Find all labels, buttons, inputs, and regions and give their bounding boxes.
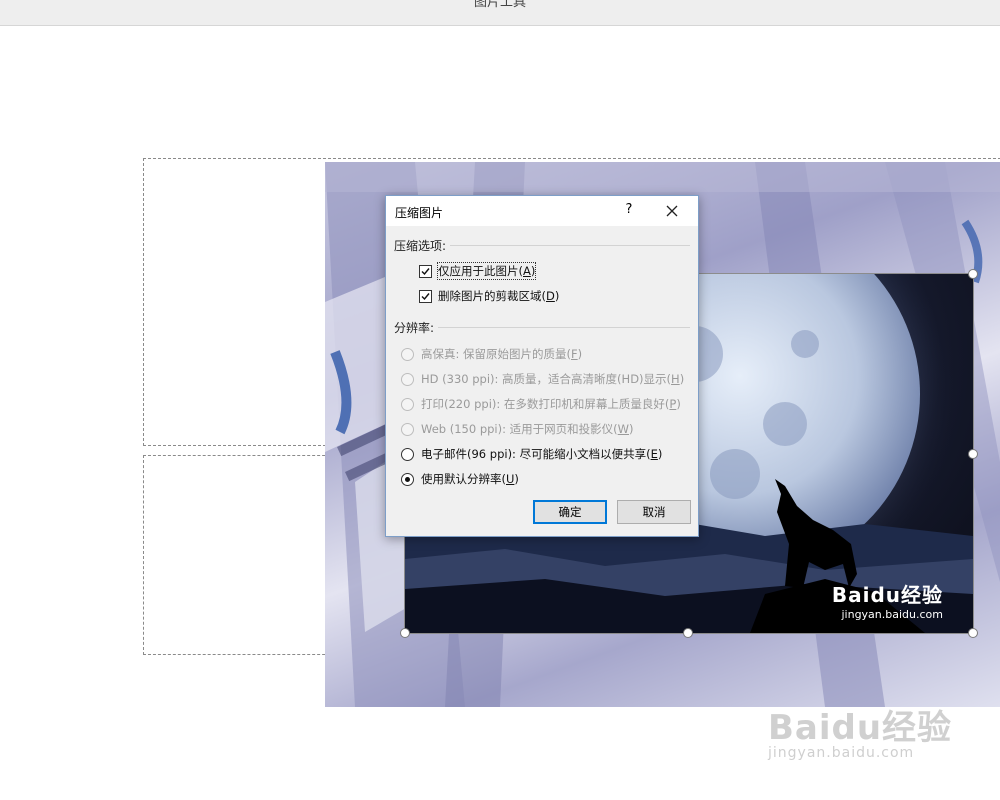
section-divider — [438, 327, 690, 328]
ok-button[interactable]: 确定 — [533, 500, 607, 524]
apply-only-checkbox[interactable] — [419, 265, 432, 278]
resize-handle-bottom-left[interactable] — [400, 628, 410, 638]
content-placeholder[interactable] — [143, 455, 345, 655]
radio-high-fidelity[interactable] — [401, 348, 414, 361]
radio-print[interactable] — [401, 398, 414, 411]
radio-web[interactable] — [401, 423, 414, 436]
ribbon-title-bar: 图片工具 — [0, 0, 1000, 26]
radio-email[interactable] — [401, 448, 414, 461]
close-icon[interactable] — [664, 203, 680, 219]
app-title: 图片工具 — [473, 0, 526, 10]
hd-label: HD (330 ppi): 高质量，适合高清晰度(HD)显示(H) — [421, 372, 685, 386]
inner-watermark-brand: Baidu经验 — [831, 583, 943, 607]
inner-watermark: Baidu经验 jingyan.baidu.com — [832, 579, 943, 621]
radio-default[interactable] — [401, 473, 414, 486]
default-resolution-label: 使用默认分辨率(U) — [421, 472, 519, 486]
web-label: Web (150 ppi): 适用于网页和投影仪(W) — [421, 422, 634, 436]
delete-cropped-label: 删除图片的剪裁区域(D) — [438, 289, 560, 303]
delete-cropped-checkbox[interactable] — [419, 290, 432, 303]
resize-handle-right[interactable] — [968, 449, 978, 459]
compress-options-section: 压缩选项: — [394, 237, 690, 254]
apply-only-label: 仅应用于此图片(A) — [436, 262, 537, 280]
radio-selected-dot — [405, 477, 410, 482]
cancel-button[interactable]: 取消 — [617, 500, 691, 524]
dialog-title-bar: 压缩图片 ? — [386, 196, 698, 226]
print-label: 打印(220 ppi): 在多数打印机和屏幕上质量良好(P) — [421, 397, 681, 411]
resolution-section: 分辨率: — [394, 319, 690, 336]
checkmark-icon — [421, 293, 430, 301]
checkmark-icon — [421, 268, 430, 276]
compress-options-heading: 压缩选项: — [394, 239, 447, 253]
resize-handle-bottom-right[interactable] — [968, 628, 978, 638]
resize-handle-bottom[interactable] — [683, 628, 693, 638]
resize-handle-top-right[interactable] — [968, 269, 978, 279]
dialog-title: 压缩图片 — [395, 206, 444, 220]
email-label: 电子邮件(96 ppi): 尽可能缩小文档以便共享(E) — [421, 447, 663, 461]
high-fidelity-label: 高保真: 保留原始图片的质量(F) — [421, 347, 583, 361]
page-watermark-brand: Baidu经验 — [768, 708, 953, 748]
inner-watermark-url: jingyan.baidu.com — [841, 608, 943, 621]
compress-pictures-dialog: 压缩图片 ? 压缩选项: 仅应用于此图片(A) 删除图片的剪裁区域(D) 分辨率… — [385, 195, 699, 537]
resolution-heading: 分辨率: — [394, 321, 435, 335]
page-watermark: Baidu经验 jingyan.baidu.com — [768, 700, 968, 761]
help-button[interactable]: ? — [622, 202, 636, 217]
radio-hd[interactable] — [401, 373, 414, 386]
section-divider — [450, 245, 690, 246]
